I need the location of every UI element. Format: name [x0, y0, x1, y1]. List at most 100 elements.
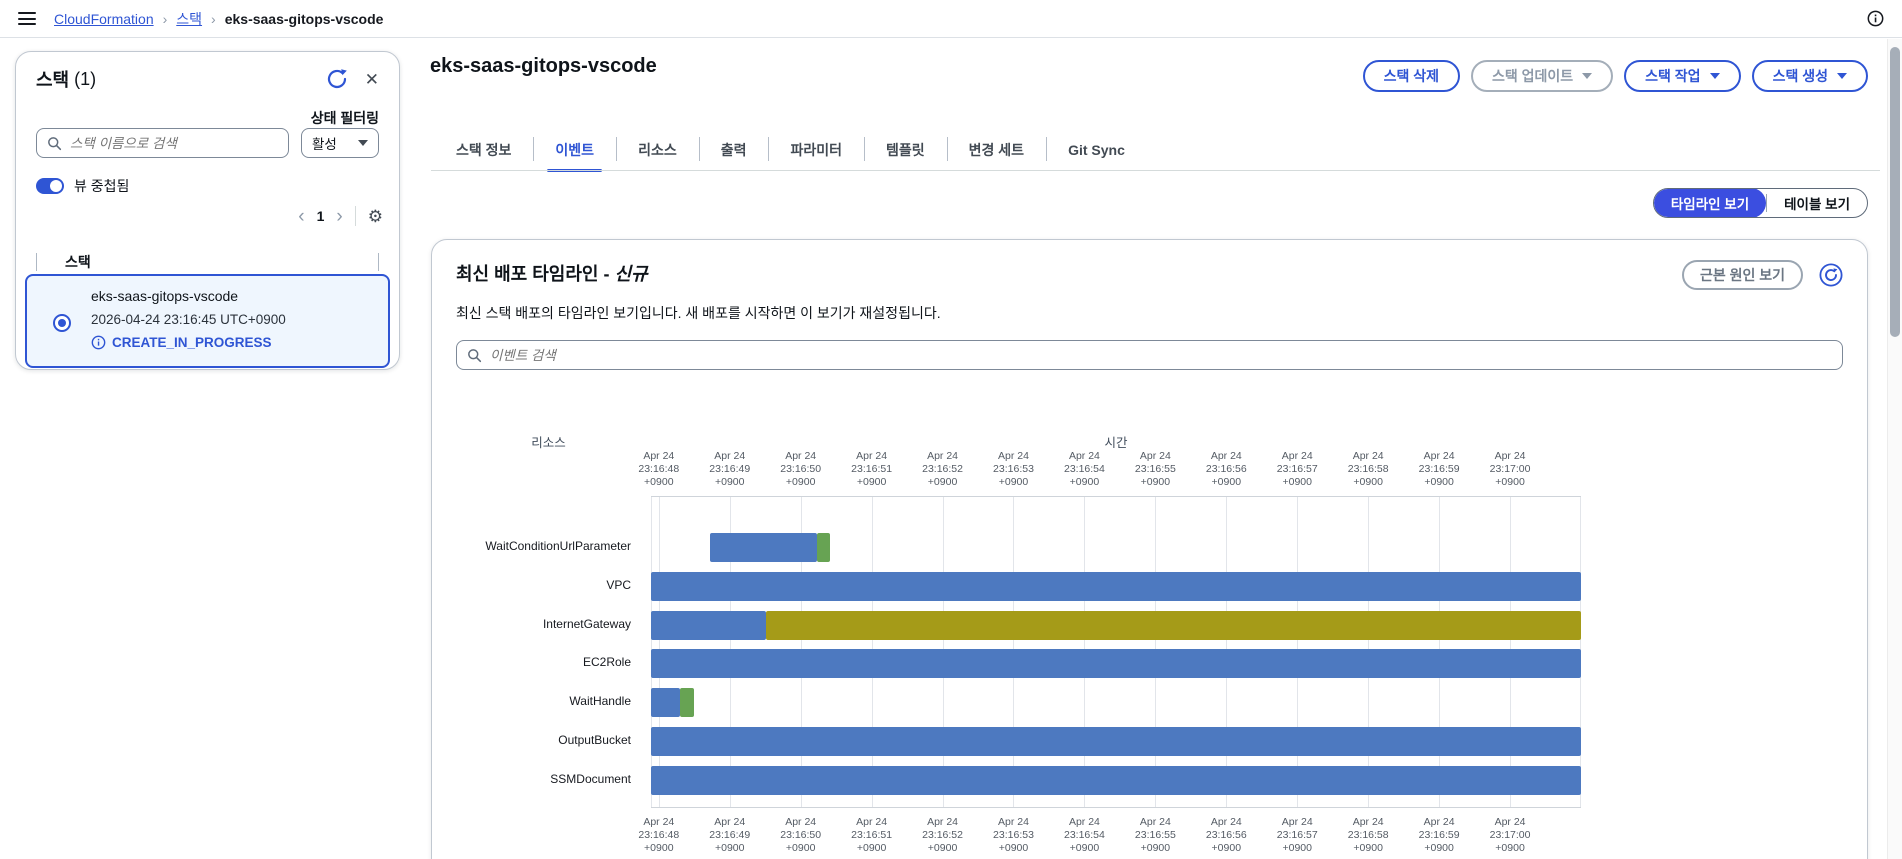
timeline-bar-segment[interactable] [816, 533, 831, 562]
pagination-next-icon[interactable]: › [336, 207, 342, 226]
preferences-gear-icon[interactable]: ⚙ [368, 208, 383, 225]
resource-labels-column: WaitConditionUrlParameter VPC InternetGate… [456, 496, 641, 808]
x-tick-label: Apr 24 23:16:58 +0900 [1347, 450, 1389, 488]
timeline-bar-segment[interactable] [651, 649, 1581, 679]
timeline-plot-area [651, 496, 1581, 808]
x-tick-label: Apr 24 23:16:55 +0900 [1134, 450, 1176, 488]
timeline-bar-segment[interactable] [709, 533, 817, 562]
event-search-input[interactable] [456, 340, 1843, 370]
root-cause-button[interactable]: 근본 원인 보기 [1681, 260, 1803, 290]
stack-detail-tabs: 스택 정보 이벤트 리소스 출력 파라미터 템플릿 변경 세트 Git Sync [434, 128, 1147, 172]
view-mode-segmented-control: 타임라인 보기 테이블 보기 [1652, 188, 1868, 218]
update-stack-button[interactable]: 스택 업데이트 [1470, 60, 1614, 92]
resource-label: VPC [606, 577, 631, 592]
x-tick-label: Apr 24 23:16:51 +0900 [851, 816, 893, 854]
toggle-label: 뷰 중첩됨 [74, 178, 130, 194]
timeline-bar-row [651, 765, 1581, 795]
status-filter-value: 활성 [312, 137, 337, 152]
view-nested-toggle[interactable]: 뷰 중첩됨 [36, 176, 129, 196]
radio-selected-icon[interactable] [53, 314, 71, 332]
timeline-title-new-label: 신규 [614, 264, 648, 284]
x-tick-label: Apr 24 23:16:49 +0900 [709, 816, 751, 854]
breadcrumb-current: eks-saas-gitops-vscode [224, 10, 384, 27]
tab-outputs[interactable]: 출력 [698, 128, 769, 171]
x-tick-label: Apr 24 23:16:48 +0900 [638, 816, 680, 854]
vertical-scrollbar[interactable] [1887, 39, 1902, 859]
x-tick-label: Apr 24 23:17:00 +0900 [1489, 450, 1531, 488]
x-tick-label: Apr 24 23:16:53 +0900 [993, 450, 1034, 488]
timeline-bar-segment[interactable] [651, 727, 1581, 756]
x-axis-ticks-bottom: Apr 24 23:16:48 +0900 Apr 24 23:16:49 +0900 Ap… [638, 816, 1581, 858]
search-icon [48, 136, 62, 150]
status-info-icon [91, 335, 106, 350]
breadcrumb-stacks[interactable]: 스택 [176, 9, 202, 29]
timeline-bar-row [651, 571, 1581, 601]
tab-template[interactable]: 템플릿 [864, 128, 947, 171]
hamburger-menu-icon[interactable] [18, 12, 36, 25]
delete-stack-button[interactable]: 스택 삭제 [1362, 60, 1460, 92]
timeline-bar-segment[interactable] [651, 571, 1581, 601]
deployment-timeline-panel: 최신 배포 타임라인 - 신규 근본 원인 보기 최신 스택 배포의 타임라인 … [431, 239, 1868, 859]
stacks-side-panel: 스택 (1) ✕ 상태 필터링 활성 뷰 중첩됨 ‹ 1 › ⚙ 스택 eks-… [15, 51, 400, 370]
stack-search-input[interactable] [36, 128, 289, 158]
tabs-divider [431, 170, 1880, 171]
create-stack-button[interactable]: 스택 생성 [1751, 60, 1868, 92]
panel-title: 스택 [36, 70, 70, 90]
x-tick-label: Apr 24 23:16:59 +0900 [1418, 450, 1460, 488]
x-tick-label: Apr 24 23:16:56 +0900 [1205, 450, 1247, 488]
toggle-switch[interactable] [36, 178, 64, 194]
x-tick-label: Apr 24 23:16:59 +0900 [1418, 816, 1460, 854]
timeline-description: 최신 스택 배포의 타임라인 보기입니다. 새 배포를 시작하면 이 보기가 재… [456, 305, 941, 321]
column-header-stack: 스택 [65, 254, 91, 270]
x-tick-label: Apr 24 23:16:57 +0900 [1276, 450, 1318, 488]
x-tick-label: Apr 24 23:16:51 +0900 [851, 450, 893, 488]
tab-resources[interactable]: 리소스 [616, 128, 699, 171]
tab-events[interactable]: 이벤트 [533, 128, 616, 172]
x-tick-label: Apr 24 23:16:56 +0900 [1205, 816, 1247, 854]
close-icon[interactable]: ✕ [365, 71, 379, 88]
timeline-bar-segment[interactable] [680, 688, 694, 718]
timeline-bar-segment[interactable] [765, 610, 1581, 640]
tab-stack-info[interactable]: 스택 정보 [434, 128, 533, 171]
x-tick-label: Apr 24 23:16:54 +0900 [1063, 450, 1105, 488]
deployment-timeline-chart: 리소스 시간 Apr 24 23:16:48 +0900 Apr 24 23:16:49… [456, 430, 1843, 859]
x-tick-label: Apr 24 23:16:58 +0900 [1347, 816, 1389, 854]
timeline-bar-segment[interactable] [651, 610, 766, 640]
timeline-bar-row [651, 727, 1581, 756]
y-axis-title: 리소스 [531, 436, 566, 450]
timeline-refresh-icon[interactable] [1819, 263, 1843, 287]
info-icon[interactable] [1867, 10, 1884, 27]
timeline-bar-segment[interactable] [651, 688, 681, 718]
timeline-view-segment[interactable]: 타임라인 보기 [1653, 189, 1767, 217]
pagination-prev-icon[interactable]: ‹ [298, 207, 304, 226]
timeline-bar-row [651, 610, 1581, 640]
x-tick-label: Apr 24 23:16:50 +0900 [780, 450, 822, 488]
stack-actions-button[interactable]: 스택 작업 [1624, 60, 1741, 92]
refresh-icon[interactable] [325, 67, 349, 91]
tab-change-sets[interactable]: 변경 세트 [946, 128, 1046, 171]
pagination-page-1[interactable]: 1 [317, 208, 325, 224]
status-filter-label: 상태 필터링 [310, 110, 379, 126]
stack-list-item-selected[interactable]: eks-saas-gitops-vscode 2026-04-24 23:16:… [25, 274, 390, 368]
chevron-down-icon [358, 140, 368, 146]
x-tick-label: Apr 24 23:16:53 +0900 [993, 816, 1034, 854]
search-icon [468, 348, 482, 362]
x-tick-label: Apr 24 23:16:52 +0900 [922, 816, 963, 854]
chevron-down-icon [1582, 73, 1593, 79]
timeline-bar-segment[interactable] [651, 765, 1581, 795]
timeline-panel-title: 최신 배포 타임라인 - 신규 [456, 264, 648, 284]
tab-git-sync[interactable]: Git Sync [1046, 128, 1147, 171]
stack-status-link[interactable]: CREATE_IN_PROGRESS [91, 335, 272, 350]
x-tick-label: Apr 24 23:16:54 +0900 [1063, 816, 1105, 854]
timeline-bar-row [651, 649, 1581, 679]
chevron-down-icon [1709, 73, 1720, 79]
stack-count: (1) [74, 68, 97, 89]
resource-label: WaitConditionUrlParameter [485, 539, 631, 553]
status-filter-select[interactable]: 활성 [301, 128, 379, 158]
table-view-segment[interactable]: 테이블 보기 [1767, 189, 1867, 217]
tab-parameters[interactable]: 파라미터 [768, 128, 864, 171]
resource-label: EC2Role [582, 655, 631, 670]
scrollbar-thumb[interactable] [1890, 47, 1900, 337]
x-tick-label: Apr 24 23:16:50 +0900 [780, 816, 822, 854]
breadcrumb-cloudformation[interactable]: CloudFormation [54, 11, 154, 27]
